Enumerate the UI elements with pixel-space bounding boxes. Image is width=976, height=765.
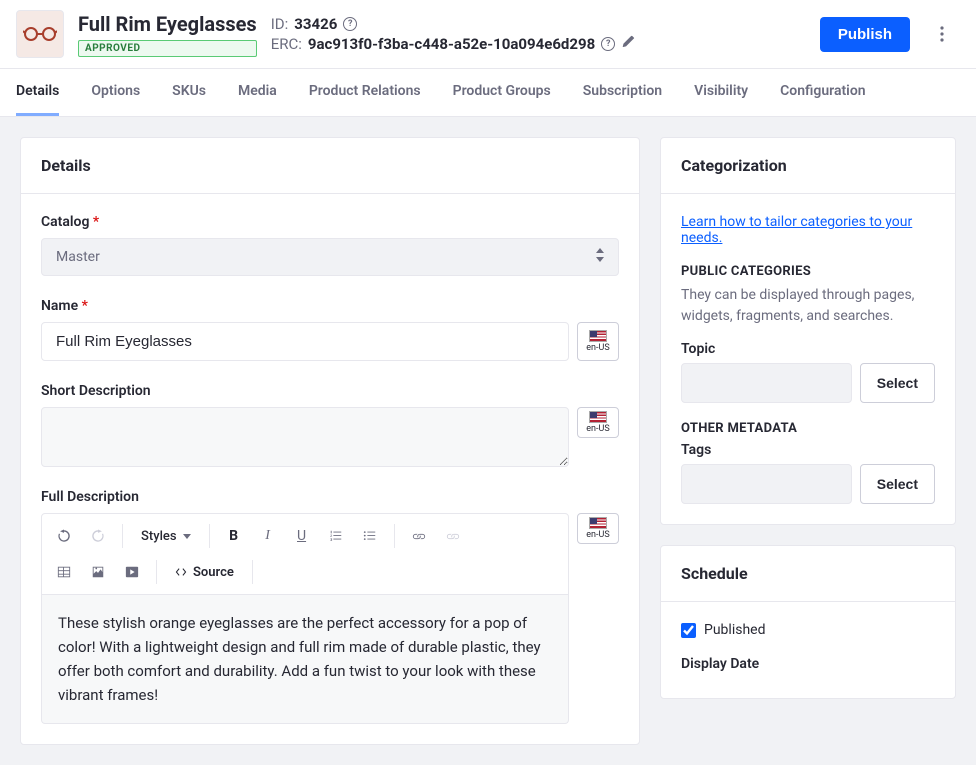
link-button[interactable] <box>403 520 435 552</box>
topic-select-button[interactable]: Select <box>860 363 935 403</box>
more-actions-button[interactable] <box>924 16 960 52</box>
catalog-value: Master <box>56 249 100 265</box>
tab-visibility[interactable]: Visibility <box>694 69 748 116</box>
details-panel-title: Details <box>21 138 639 194</box>
full-description-label: Full Description <box>41 489 619 505</box>
other-metadata-heading: OTHER METADATA <box>681 421 935 436</box>
tab-product-groups[interactable]: Product Groups <box>453 69 551 116</box>
image-button[interactable] <box>82 556 114 588</box>
tags-input[interactable] <box>681 464 852 504</box>
tab-options[interactable]: Options <box>91 69 140 116</box>
short-description-label: Short Description <box>41 383 619 399</box>
catalog-select[interactable]: Master <box>41 238 619 276</box>
table-button[interactable] <box>48 556 80 588</box>
status-badge: APPROVED <box>78 40 257 57</box>
product-title: Full Rim Eyeglasses <box>78 12 257 36</box>
publish-button[interactable]: Publish <box>820 17 910 52</box>
video-button[interactable] <box>116 556 148 588</box>
unlink-button[interactable] <box>437 520 469 552</box>
undo-button[interactable] <box>48 520 80 552</box>
categorization-panel: Categorization Learn how to tailor categ… <box>660 137 956 525</box>
published-checkbox[interactable] <box>681 623 696 638</box>
tags-select-button[interactable]: Select <box>860 464 935 504</box>
categorization-title: Categorization <box>661 138 955 194</box>
locale-button[interactable]: en-US <box>577 407 619 438</box>
schedule-title: Schedule <box>661 546 955 602</box>
full-description-editor[interactable]: These stylish orange eyeglasses are the … <box>41 595 569 724</box>
styles-dropdown[interactable]: Styles <box>131 529 201 544</box>
id-label: ID: <box>271 15 289 33</box>
display-date-label: Display Date <box>681 656 935 672</box>
tab-skus[interactable]: SKUs <box>172 69 206 116</box>
topic-label: Topic <box>681 341 935 357</box>
published-label: Published <box>704 622 765 638</box>
id-value: 33426 <box>294 15 337 33</box>
schedule-panel: Schedule Published Display Date <box>660 545 956 699</box>
ordered-list-button[interactable] <box>320 520 352 552</box>
us-flag-icon <box>589 330 607 342</box>
erc-value: 9ac913f0-f3ba-c448-a52e-10a094e6d298 <box>308 35 595 53</box>
redo-button[interactable] <box>82 520 114 552</box>
public-categories-heading: PUBLIC CATEGORIES <box>681 264 935 279</box>
tab-subscription[interactable]: Subscription <box>583 69 662 116</box>
categorization-help-link[interactable]: Learn how to tailor categories to your n… <box>681 214 912 246</box>
tab-configuration[interactable]: Configuration <box>780 69 865 116</box>
chevron-updown-icon <box>596 248 604 266</box>
us-flag-icon <box>589 411 607 423</box>
source-button[interactable]: Source <box>165 565 244 580</box>
unordered-list-button[interactable] <box>354 520 386 552</box>
tab-product-relations[interactable]: Product Relations <box>309 69 421 116</box>
tab-details[interactable]: Details <box>16 69 59 116</box>
product-thumbnail <box>16 10 64 58</box>
locale-button[interactable]: en-US <box>577 513 619 544</box>
name-input[interactable] <box>41 322 569 361</box>
erc-label: ERC: <box>271 35 302 53</box>
edit-erc-icon[interactable] <box>621 35 635 53</box>
public-categories-help: They can be displayed through pages, wid… <box>681 285 935 327</box>
underline-button[interactable]: U <box>286 520 318 552</box>
short-description-input[interactable] <box>41 407 569 467</box>
tags-label: Tags <box>681 442 935 458</box>
us-flag-icon <box>589 517 607 529</box>
italic-button[interactable]: I <box>252 520 284 552</box>
details-panel: Details Catalog * Master Name * <box>20 137 640 745</box>
ai-button[interactable] <box>261 556 293 588</box>
bold-button[interactable]: B <box>218 520 250 552</box>
page-header: Full Rim Eyeglasses APPROVED ID: 33426 ?… <box>0 0 976 69</box>
editor-toolbar: Styles B I U <box>41 513 569 595</box>
info-icon[interactable]: ? <box>601 37 615 51</box>
locale-button[interactable]: en-US <box>577 322 619 361</box>
name-label: Name * <box>41 298 619 314</box>
tab-media[interactable]: Media <box>238 69 277 116</box>
tabs-nav: Details Options SKUs Media Product Relat… <box>0 69 976 117</box>
catalog-label: Catalog * <box>41 214 619 230</box>
topic-input[interactable] <box>681 363 852 403</box>
info-icon[interactable]: ? <box>343 17 357 31</box>
